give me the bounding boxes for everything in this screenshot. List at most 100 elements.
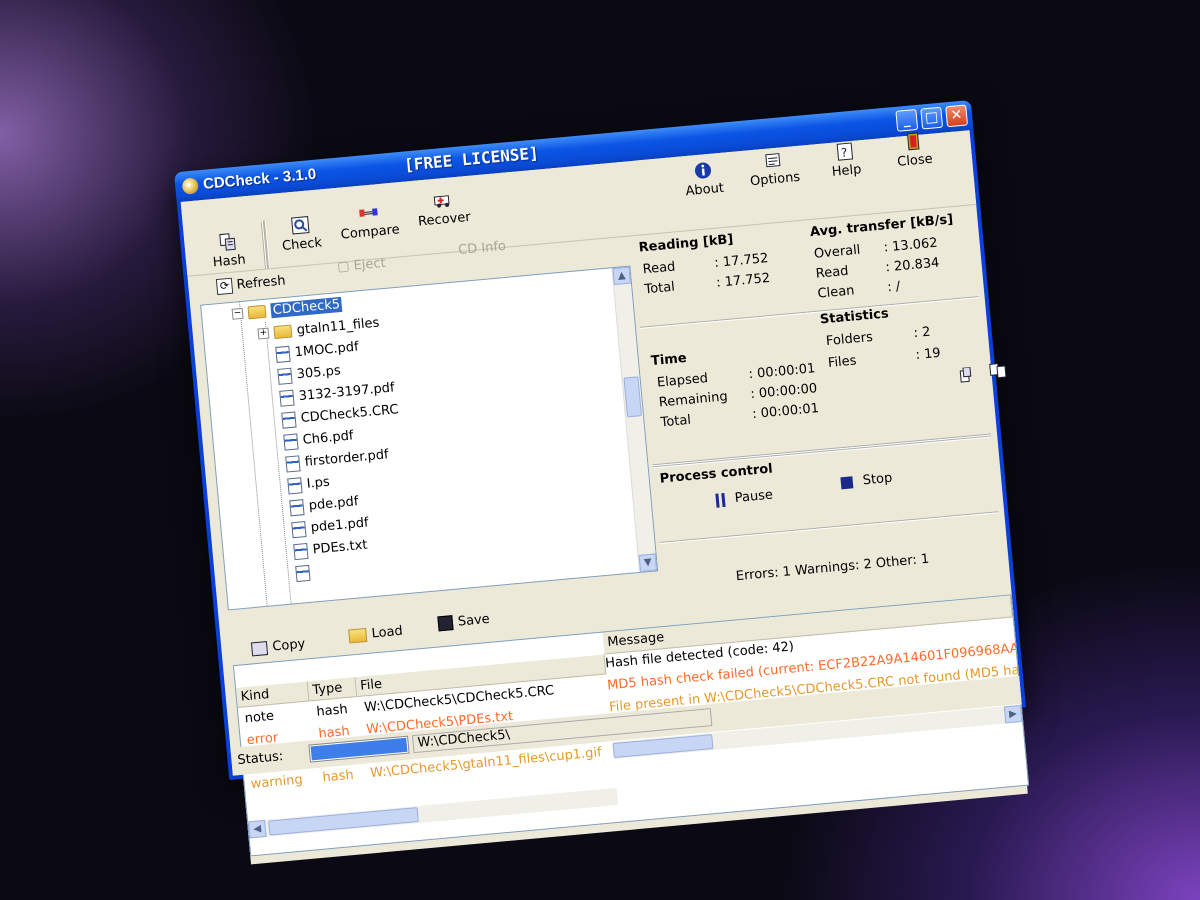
help-button[interactable]: ? Help	[824, 140, 867, 180]
folder-open-icon	[348, 627, 368, 644]
folders-value: : 2	[912, 324, 932, 342]
check-label: Check	[281, 235, 323, 254]
copy-icon	[250, 640, 269, 656]
progress-fill	[310, 737, 408, 761]
expand-icon: +	[257, 327, 270, 340]
tree-node-label: 3132-3197.pdf	[298, 380, 396, 405]
tree-node-label: 305.ps	[296, 363, 342, 383]
window-title: CDCheck - 3.1.0	[202, 165, 317, 193]
folder-tree[interactable]: − CDCheck5 + gtaln11_files 1MOC.pdf 305.ps…	[200, 265, 659, 611]
transfer-clean-value: : /	[886, 279, 901, 296]
hash-label: Hash	[212, 252, 247, 271]
copy-label: Copy	[271, 636, 306, 655]
close-button[interactable]: Close	[889, 129, 938, 170]
help-label: Help	[831, 162, 863, 180]
file-icon	[279, 389, 295, 407]
recover-label: Recover	[417, 209, 472, 230]
scroll-up-icon[interactable]: ▲	[612, 266, 631, 286]
tree-node-label: Ch6.pdf	[302, 428, 355, 448]
file-icon	[277, 367, 293, 385]
cd-info-label: CD Info	[457, 238, 507, 259]
export-icon[interactable]	[959, 366, 982, 384]
minimize-button[interactable]: _	[895, 108, 919, 132]
hash-icon	[219, 233, 236, 251]
info-panel: Reading [kB] Read : 17.752 Total : 17.75…	[631, 206, 1007, 576]
file-icon	[295, 564, 311, 582]
compare-button[interactable]: Compare	[337, 200, 402, 243]
tree-node-label: gtaln11_files	[296, 315, 380, 338]
files-value: : 19	[914, 345, 942, 364]
refresh-label: Refresh	[235, 273, 287, 293]
pause-icon	[715, 492, 720, 508]
scroll-down-icon[interactable]: ▼	[638, 553, 658, 572]
refresh-icon: ⟳	[215, 277, 234, 296]
status-label: Status:	[236, 749, 284, 769]
log-cell-kind: note	[244, 708, 275, 727]
folder-icon	[273, 324, 293, 340]
check-button[interactable]: Check	[275, 213, 328, 254]
stop-label: Stop	[862, 470, 893, 489]
scroll-right-icon[interactable]: ▶	[1003, 704, 1023, 724]
tree-node-label: PDEs.txt	[312, 537, 369, 558]
load-label: Load	[370, 623, 404, 642]
tree-connector	[239, 302, 268, 606]
about-label: About	[684, 180, 725, 200]
info-icon	[695, 162, 712, 179]
options-label: Options	[749, 169, 801, 190]
transfer-overall-value: : 13.062	[883, 235, 939, 256]
log-cell-type: hash	[315, 702, 349, 720]
cd-info-button[interactable]: CD Info	[458, 239, 507, 258]
copy-button[interactable]: Copy	[250, 636, 306, 657]
tree-node-label: 1MOC.pdf	[294, 339, 360, 361]
check-icon	[291, 216, 310, 235]
client-area: Hash Check Compare Recover About Options…	[180, 129, 1030, 865]
tree-node-label: pde.pdf	[308, 494, 359, 514]
license-label: [FREE LICENSE]	[403, 143, 540, 175]
eject-icon: ▢	[336, 259, 351, 276]
files-label: Files	[827, 353, 858, 371]
maximize-icon: □	[924, 109, 939, 127]
scroll-left-icon[interactable]: ◀	[248, 819, 267, 839]
tree-node-label: CDCheck5.CRC	[300, 402, 400, 426]
reading-read-value: : 17.752	[713, 251, 769, 271]
options-button[interactable]: Options	[745, 148, 804, 190]
minimize-icon: _	[902, 111, 911, 129]
reading-read-label: Read	[642, 259, 676, 278]
ambulance-icon	[433, 195, 450, 208]
collapse-icon: −	[231, 307, 244, 320]
refresh-button[interactable]: ⟳ Refresh	[215, 273, 287, 296]
close-window-button[interactable]: ✕	[945, 104, 968, 128]
recover-button[interactable]: Recover	[413, 188, 474, 230]
scroll-thumb[interactable]	[268, 807, 419, 836]
load-button[interactable]: Load	[348, 624, 403, 644]
save-button[interactable]: Save	[437, 612, 490, 632]
hash-button[interactable]: Hash	[202, 230, 255, 271]
folder-open-icon	[247, 304, 267, 320]
scroll-thumb[interactable]	[623, 376, 643, 418]
file-icon	[283, 432, 299, 451]
close-label: Close	[896, 151, 934, 170]
time-title: Time	[650, 350, 688, 370]
options-icon	[765, 153, 781, 168]
about-button[interactable]: About	[679, 159, 728, 200]
eject-label: Eject	[352, 255, 387, 274]
maximize-button[interactable]: □	[920, 106, 944, 130]
file-icon	[291, 520, 307, 538]
reading-title: Reading [kB]	[638, 232, 734, 256]
help-icon: ?	[836, 142, 854, 161]
column-header-type[interactable]: Type	[307, 677, 358, 702]
close-icon: ✕	[949, 106, 964, 124]
stop-icon	[840, 475, 854, 489]
log-cell-kind: warning	[250, 772, 304, 793]
tree-node-file[interactable]: PDEs.txt	[293, 536, 368, 563]
tree-node-file[interactable]	[295, 562, 316, 584]
transfer-overall-label: Overall	[813, 242, 862, 262]
tree-node-label: firstorder.pdf	[304, 447, 390, 470]
copy-stats-icon[interactable]	[989, 362, 1010, 380]
svg-text:?: ?	[840, 145, 848, 160]
column-header-kind[interactable]: Kind	[235, 681, 310, 708]
cd-icon	[181, 177, 199, 195]
eject-button[interactable]: ▢ Eject	[337, 256, 387, 275]
tree-node-file[interactable]: I.ps	[287, 473, 331, 497]
exit-door-icon	[906, 132, 920, 151]
